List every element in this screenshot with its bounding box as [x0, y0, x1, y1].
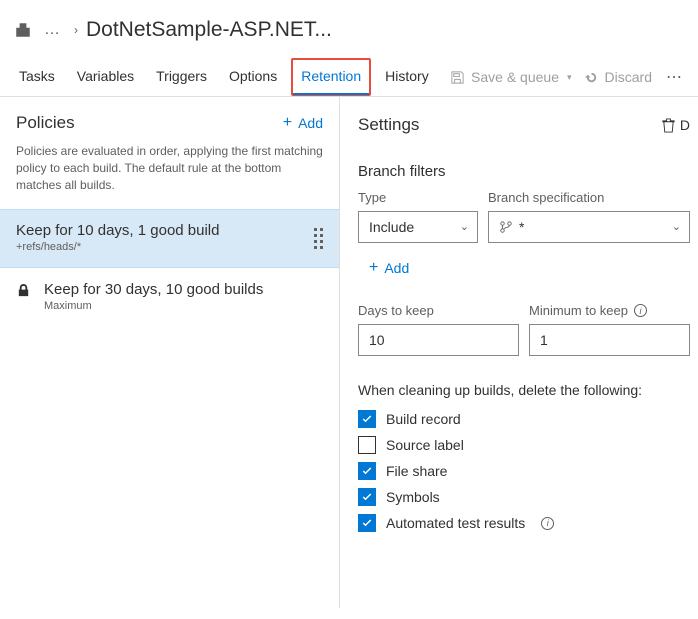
chevron-right-icon: › [72, 23, 80, 37]
cleanup-option: Build record [358, 410, 690, 428]
add-filter-button[interactable]: + Add [358, 253, 420, 283]
settings-heading: Settings [358, 115, 419, 135]
chevron-down-icon: ⌄ [672, 220, 681, 233]
chevron-down-icon: ▾ [567, 72, 572, 83]
checkbox[interactable] [358, 462, 376, 480]
checkbox-label: File share [386, 463, 447, 479]
tab-bar: Tasks Variables Triggers Options Retenti… [0, 58, 698, 97]
settings-panel: Settings D Branch filters Type Include ⌄… [340, 97, 698, 608]
cleanup-option: Symbols [358, 488, 690, 506]
tab-variables[interactable]: Variables [69, 58, 142, 96]
plus-icon: + [283, 115, 292, 131]
breadcrumb-ellipsis[interactable]: … [38, 21, 66, 39]
minimum-to-keep-label: Minimum to keep [529, 303, 628, 318]
branch-spec-select[interactable]: * ⌄ [488, 211, 690, 243]
policies-heading: Policies [16, 113, 283, 133]
add-policy-button[interactable]: + Add [283, 115, 323, 131]
drag-handle-icon[interactable] [314, 222, 323, 249]
save-queue-button: Save & queue ▾ [444, 61, 578, 93]
project-icon[interactable] [14, 21, 32, 39]
lock-icon [16, 283, 32, 301]
delete-button[interactable]: D [661, 117, 690, 133]
tab-triggers[interactable]: Triggers [148, 58, 215, 96]
policies-description: Policies are evaluated in order, applyin… [0, 137, 339, 209]
save-icon [450, 70, 465, 85]
plus-icon: + [369, 260, 378, 276]
checkbox-label: Source label [386, 437, 464, 453]
minimum-to-keep-input[interactable]: 1 [529, 324, 690, 356]
tab-tasks[interactable]: Tasks [11, 58, 63, 96]
breadcrumb-header: … › DotNetSample-ASP.NET... [0, 0, 698, 58]
type-select[interactable]: Include ⌄ [358, 211, 478, 243]
policy-subtitle: +refs/heads/* [16, 241, 302, 253]
cleanup-option: Source label [358, 436, 690, 454]
branch-filters-heading: Branch filters [358, 163, 690, 180]
policy-item[interactable]: Keep for 10 days, 1 good build +refs/hea… [0, 209, 339, 268]
checkbox[interactable] [358, 514, 376, 532]
tab-retention[interactable]: Retention [291, 58, 371, 96]
policy-title: Keep for 30 days, 10 good builds [44, 281, 323, 298]
checkbox-label: Build record [386, 411, 461, 427]
cleanup-option: File share [358, 462, 690, 480]
undo-icon [584, 70, 599, 85]
info-icon[interactable]: i [634, 304, 647, 317]
type-label: Type [358, 190, 478, 205]
tab-history[interactable]: History [377, 58, 437, 96]
page-title[interactable]: DotNetSample-ASP.NET... [86, 18, 332, 42]
checkbox[interactable] [358, 436, 376, 454]
checkbox[interactable] [358, 410, 376, 428]
trash-icon [661, 118, 676, 133]
chevron-down-icon: ⌄ [460, 220, 469, 233]
cleanup-option: Automated test results i [358, 514, 690, 532]
more-icon[interactable]: ⋯ [658, 59, 690, 95]
branch-spec-label: Branch specification [488, 190, 690, 205]
policy-title: Keep for 10 days, 1 good build [16, 222, 302, 239]
discard-button: Discard [578, 61, 658, 93]
days-to-keep-label: Days to keep [358, 303, 519, 318]
tab-options[interactable]: Options [221, 58, 285, 96]
info-icon[interactable]: i [541, 517, 554, 530]
checkbox-label: Automated test results [386, 515, 525, 531]
branch-icon [499, 220, 513, 234]
days-to-keep-input[interactable]: 10 [358, 324, 519, 356]
policy-subtitle: Maximum [44, 300, 323, 312]
policies-panel: Policies + Add Policies are evaluated in… [0, 97, 340, 608]
checkbox[interactable] [358, 488, 376, 506]
policy-item[interactable]: Keep for 30 days, 10 good builds Maximum [0, 268, 339, 327]
checkbox-label: Symbols [386, 489, 440, 505]
cleanup-heading: When cleaning up builds, delete the foll… [358, 382, 690, 398]
